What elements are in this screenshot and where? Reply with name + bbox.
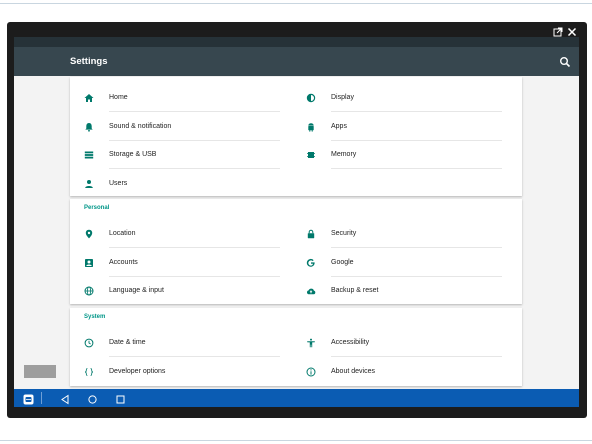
settings-item-developer-options[interactable]: Developer options [70,358,280,386]
settings-item-apps[interactable]: Apps [292,113,502,141]
settings-item-label: Accessibility [331,339,370,346]
android-icon [308,122,314,132]
settings-item-label: Users [109,179,128,187]
settings-item-security[interactable]: Security [292,220,502,248]
app-bar: Settings [14,47,579,76]
settings-item-label: Memory [331,151,357,158]
status-bar [14,37,579,47]
settings-item-google[interactable]: Google [292,249,502,277]
settings-item-location[interactable]: Location [70,220,280,248]
search-icon[interactable] [559,56,571,68]
home-circle-icon[interactable] [87,392,98,407]
settings-item-label: Home [109,94,128,101]
google-icon [306,258,315,267]
section-header: Personal [84,205,110,211]
settings-item-label: Security [331,230,357,237]
settings-item-accounts[interactable]: Accounts [70,249,280,277]
overlay-badge [24,365,56,378]
globe-icon [84,286,94,296]
page-title: Settings [70,56,108,67]
settings-item-label: Apps [331,122,347,130]
code-braces-icon [84,367,94,376]
storage-icon [84,151,94,159]
navigation-bar [14,389,579,407]
app-icon[interactable] [23,392,34,407]
settings-item-label: Display [331,94,354,101]
settings-item-about-devices[interactable]: About devices [292,358,502,386]
settings-item-label: Developer options [109,367,166,375]
person-icon [85,179,93,188]
settings-item-label: Storage & USB [109,151,157,158]
section-header: System [84,314,106,320]
settings-item-users[interactable]: Users [70,170,280,198]
location-pin-icon [85,229,93,239]
settings-card-general: Home Display Sound & notification Apps Stora… [70,77,522,196]
settings-item-label: Accounts [109,258,138,266]
settings-item-sound-notification[interactable]: Sound & notification [70,113,280,141]
settings-item-accessibility[interactable]: Accessibility [292,329,502,357]
item-divider [331,168,502,169]
settings-item-label: Date & time [109,339,146,346]
settings-card-personal: Personal Location Security Accounts Google La… [70,199,522,304]
settings-item-home[interactable]: Home [70,84,280,112]
settings-item-memory[interactable]: Memory [292,141,502,169]
settings-item-backup-reset[interactable]: Backup & reset [292,277,502,305]
bell-icon [85,122,93,132]
close-icon[interactable] [567,27,577,37]
settings-item-label: Backup & reset [331,287,379,294]
settings-item-storage-usb[interactable]: Storage & USB [70,141,280,169]
settings-item-label: Location [109,230,136,237]
lock-icon [307,229,315,239]
home-icon [84,94,94,102]
settings-item-label: Google [331,258,354,266]
back-icon[interactable] [60,392,70,407]
memory-icon [307,152,315,158]
navbar-divider [41,392,42,404]
accessibility-icon [307,338,315,348]
info-icon [306,367,316,376]
cloud-upload-icon [306,288,316,295]
settings-item-label: Language & input [109,287,164,294]
bottom-border-line [0,440,592,441]
clock-icon [84,338,94,348]
android-screen: Settings Home Display Sound & notification… [14,37,579,407]
settings-item-label: Sound & notification [109,122,172,130]
account-box-icon [85,258,93,267]
top-border-line [0,3,592,4]
settings-card-system: System Date & time Accessibility Developer … [70,308,522,386]
settings-item-date-time[interactable]: Date & time [70,329,280,357]
brightness-icon [306,93,316,103]
recents-icon[interactable] [115,392,126,407]
popout-icon[interactable] [553,27,563,37]
settings-item-language-input[interactable]: Language & input [70,277,280,305]
page: Settings Home Display Sound & notification… [0,0,592,444]
settings-item-label: About devices [331,367,375,375]
settings-item-display[interactable]: Display [292,84,502,112]
